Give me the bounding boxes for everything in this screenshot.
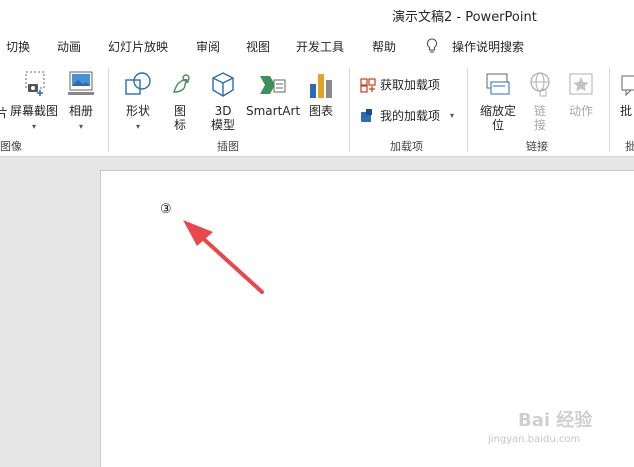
watermark-url: jingyan.baidu.com (488, 434, 581, 445)
watermark-brand: Bai 经验 (518, 410, 593, 431)
baidu-watermark: Bai 经验 jingyan.baidu.com (488, 394, 608, 454)
